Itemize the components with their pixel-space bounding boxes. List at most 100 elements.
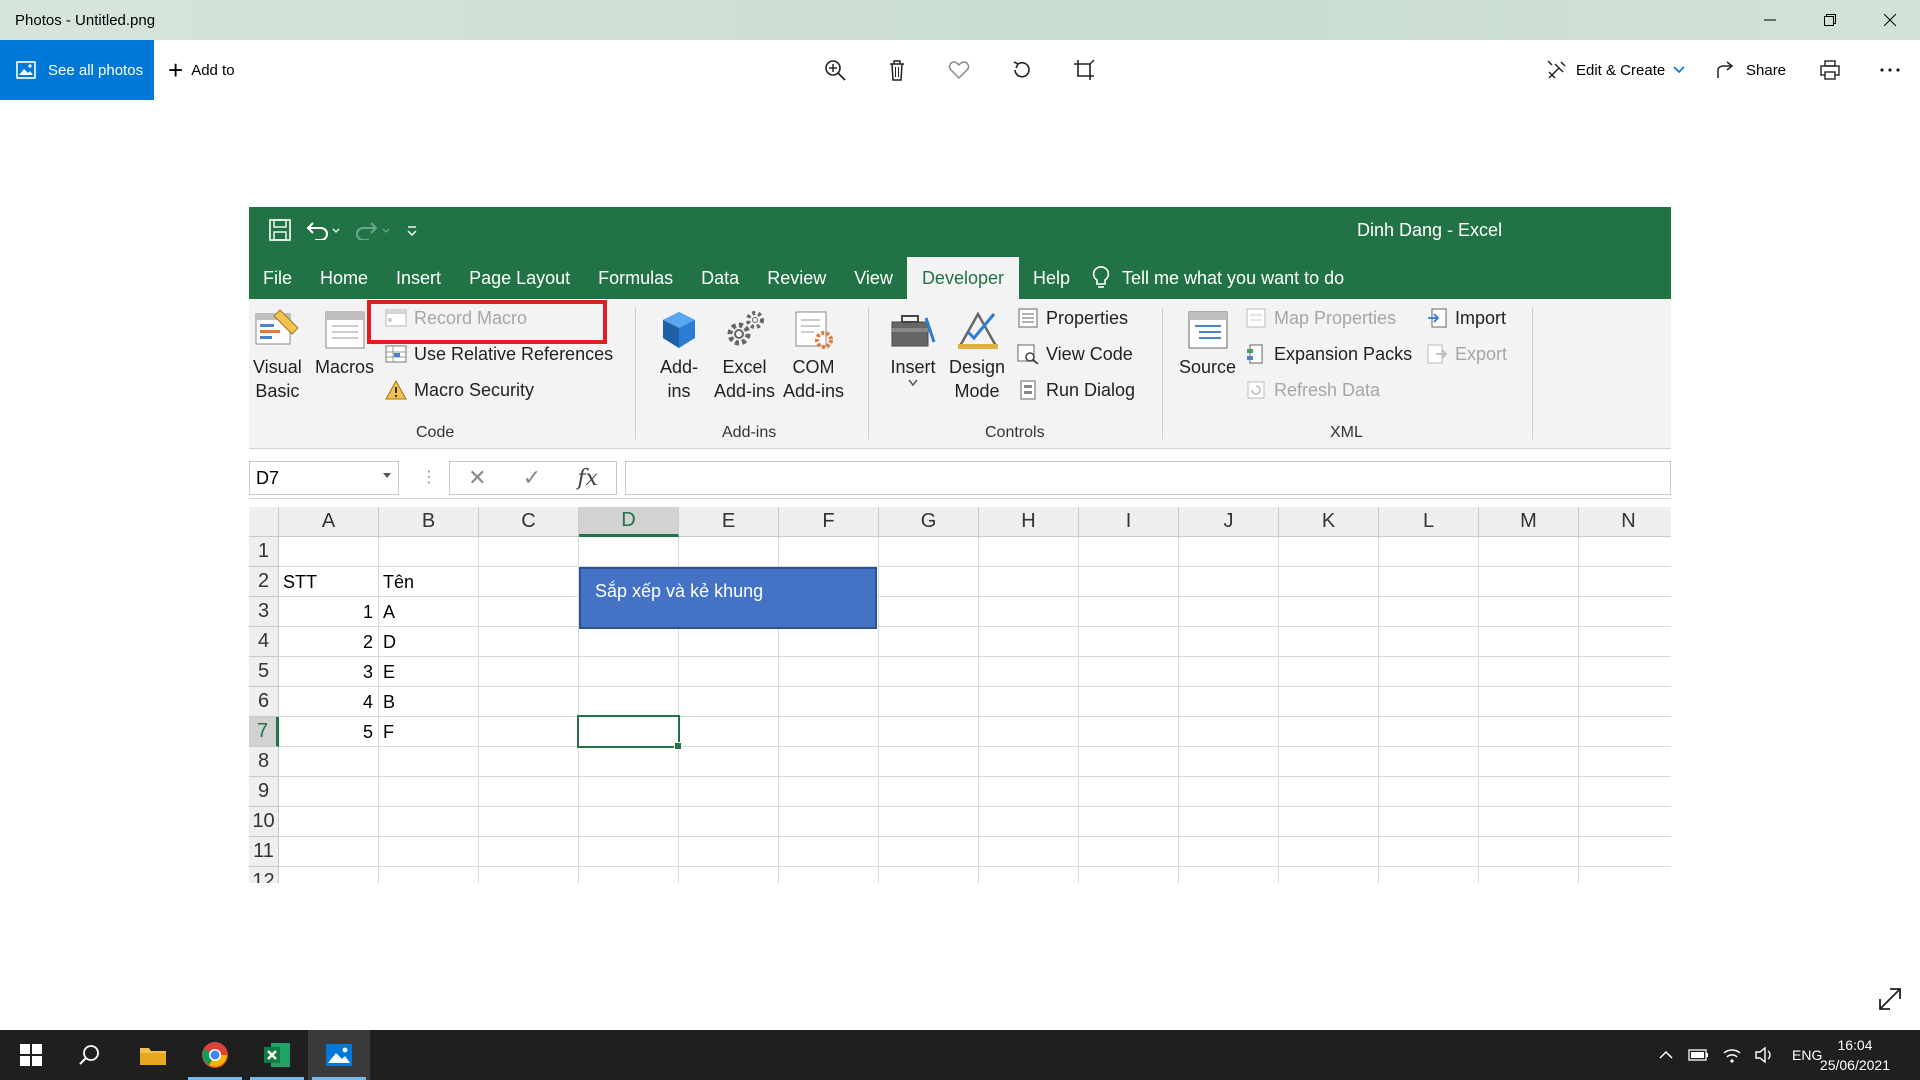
tab-home[interactable]: Home	[306, 257, 382, 299]
print-button[interactable]	[1815, 55, 1845, 85]
zoom-button[interactable]	[820, 55, 850, 85]
undo-icon[interactable]	[305, 220, 341, 240]
tab-help[interactable]: Help	[1019, 257, 1084, 299]
cell-a3[interactable]: 1	[285, 597, 373, 627]
cell-b7[interactable]: F	[383, 717, 471, 747]
macros-button[interactable]: Macros	[315, 307, 374, 379]
cancel-entry-icon[interactable]: ✕	[468, 465, 486, 491]
map-properties-button[interactable]: Map Properties	[1244, 303, 1396, 333]
macro-security-button[interactable]: Macro Security	[384, 375, 534, 405]
formula-bar-grip[interactable]: ⋮	[421, 467, 437, 487]
addins-button[interactable]: Add- ins	[655, 307, 703, 403]
tab-view[interactable]: View	[840, 257, 907, 299]
row-header-6[interactable]: 6	[249, 687, 279, 717]
add-to-button[interactable]: + Add to	[168, 40, 235, 100]
tab-formulas[interactable]: Formulas	[584, 257, 687, 299]
excel-addins-button[interactable]: Excel Add-ins	[714, 307, 775, 403]
cell-a2[interactable]: STT	[283, 567, 371, 597]
name-box[interactable]: D7	[249, 461, 399, 495]
column-header-g[interactable]: G	[879, 507, 979, 537]
rotate-button[interactable]	[1007, 55, 1037, 85]
active-cell-selection[interactable]	[577, 715, 682, 750]
row-header-5[interactable]: 5	[249, 657, 279, 687]
column-header-h[interactable]: H	[979, 507, 1079, 537]
import-button[interactable]: Import	[1425, 303, 1506, 333]
properties-button[interactable]: Properties	[1016, 303, 1128, 333]
delete-button[interactable]	[882, 55, 912, 85]
minimize-button[interactable]	[1740, 0, 1800, 40]
see-all-photos-button[interactable]: See all photos	[0, 40, 154, 100]
photos-taskbar-button[interactable]	[308, 1030, 370, 1080]
column-header-b[interactable]: B	[379, 507, 479, 537]
save-icon[interactable]	[269, 219, 291, 241]
close-button[interactable]	[1860, 0, 1920, 40]
run-dialog-button[interactable]: Run Dialog	[1016, 375, 1135, 405]
fullscreen-icon[interactable]	[1876, 985, 1904, 1013]
wifi-icon[interactable]	[1722, 1046, 1742, 1064]
tab-data[interactable]: Data	[687, 257, 753, 299]
tab-review[interactable]: Review	[753, 257, 840, 299]
row-header-2[interactable]: 2	[249, 567, 279, 597]
cell-b5[interactable]: E	[383, 657, 471, 687]
tab-file[interactable]: File	[249, 257, 306, 299]
refresh-data-button[interactable]: Refresh Data	[1244, 375, 1380, 405]
cell-a6[interactable]: 4	[285, 687, 373, 717]
row-header-8[interactable]: 8	[249, 747, 279, 777]
share-button[interactable]: Share	[1716, 40, 1786, 100]
favorite-button[interactable]	[944, 55, 974, 85]
row-header-12[interactable]: 12	[249, 867, 279, 883]
column-header-c[interactable]: C	[479, 507, 579, 537]
language-indicator[interactable]: ENG	[1792, 1047, 1822, 1063]
view-code-button[interactable]: View Code	[1016, 339, 1133, 369]
cell-b4[interactable]: D	[383, 627, 471, 657]
insert-function-button[interactable]: fx	[577, 466, 598, 491]
row-header-1[interactable]: 1	[249, 537, 279, 567]
visual-basic-button[interactable]: Visual Basic	[253, 307, 302, 403]
more-options-button[interactable]	[1875, 55, 1905, 85]
chevron-up-icon[interactable]	[1658, 1050, 1674, 1060]
record-macro-button[interactable]: Record Macro	[384, 303, 527, 333]
column-header-n[interactable]: N	[1579, 507, 1671, 537]
column-header-m[interactable]: M	[1479, 507, 1579, 537]
tab-insert[interactable]: Insert	[382, 257, 455, 299]
start-button[interactable]	[0, 1030, 62, 1080]
clock[interactable]: 16:04 25/06/2021	[1820, 1035, 1890, 1075]
cell-a5[interactable]: 3	[285, 657, 373, 687]
tell-me-search[interactable]: Tell me what you want to do	[1092, 265, 1344, 291]
row-header-4[interactable]: 4	[249, 627, 279, 657]
excel-taskbar-button[interactable]	[246, 1030, 308, 1080]
row-header-7[interactable]: 7	[249, 717, 279, 747]
row-header-3[interactable]: 3	[249, 597, 279, 627]
tab-developer[interactable]: Developer	[906, 257, 1019, 299]
row-header-9[interactable]: 9	[249, 777, 279, 807]
cell-a4[interactable]: 2	[285, 627, 373, 657]
customize-qat-icon[interactable]	[405, 223, 419, 237]
formula-input[interactable]	[625, 461, 1671, 495]
column-header-f[interactable]: F	[779, 507, 879, 537]
export-button[interactable]: Export	[1425, 339, 1507, 369]
search-button[interactable]	[58, 1030, 120, 1080]
restore-button[interactable]	[1800, 0, 1860, 40]
cell-b6[interactable]: B	[383, 687, 471, 717]
expansion-packs-button[interactable]: Expansion Packs	[1244, 339, 1412, 369]
row-header-10[interactable]: 10	[249, 807, 279, 837]
column-header-i[interactable]: I	[1079, 507, 1179, 537]
com-addins-button[interactable]: COM Add-ins	[783, 307, 844, 403]
file-explorer-button[interactable]	[122, 1030, 184, 1080]
confirm-entry-icon[interactable]: ✓	[523, 465, 541, 491]
chrome-button[interactable]	[184, 1030, 246, 1080]
column-header-j[interactable]: J	[1179, 507, 1279, 537]
column-header-e[interactable]: E	[679, 507, 779, 537]
edit-create-button[interactable]: Edit & Create	[1546, 40, 1693, 100]
column-header-d[interactable]: D	[579, 507, 679, 537]
cell-b2[interactable]: Tên	[383, 567, 471, 597]
volume-icon[interactable]	[1754, 1046, 1774, 1064]
crop-button[interactable]	[1069, 55, 1099, 85]
insert-control-button[interactable]: Insert	[889, 307, 937, 387]
macro-shape-button[interactable]: Sắp xếp và kẻ khung	[579, 567, 877, 629]
cell-b3[interactable]: A	[383, 597, 471, 627]
design-mode-button[interactable]: Design Mode	[949, 307, 1005, 403]
tab-page-layout[interactable]: Page Layout	[455, 257, 584, 299]
row-header-11[interactable]: 11	[249, 837, 279, 867]
battery-icon[interactable]	[1688, 1048, 1710, 1062]
